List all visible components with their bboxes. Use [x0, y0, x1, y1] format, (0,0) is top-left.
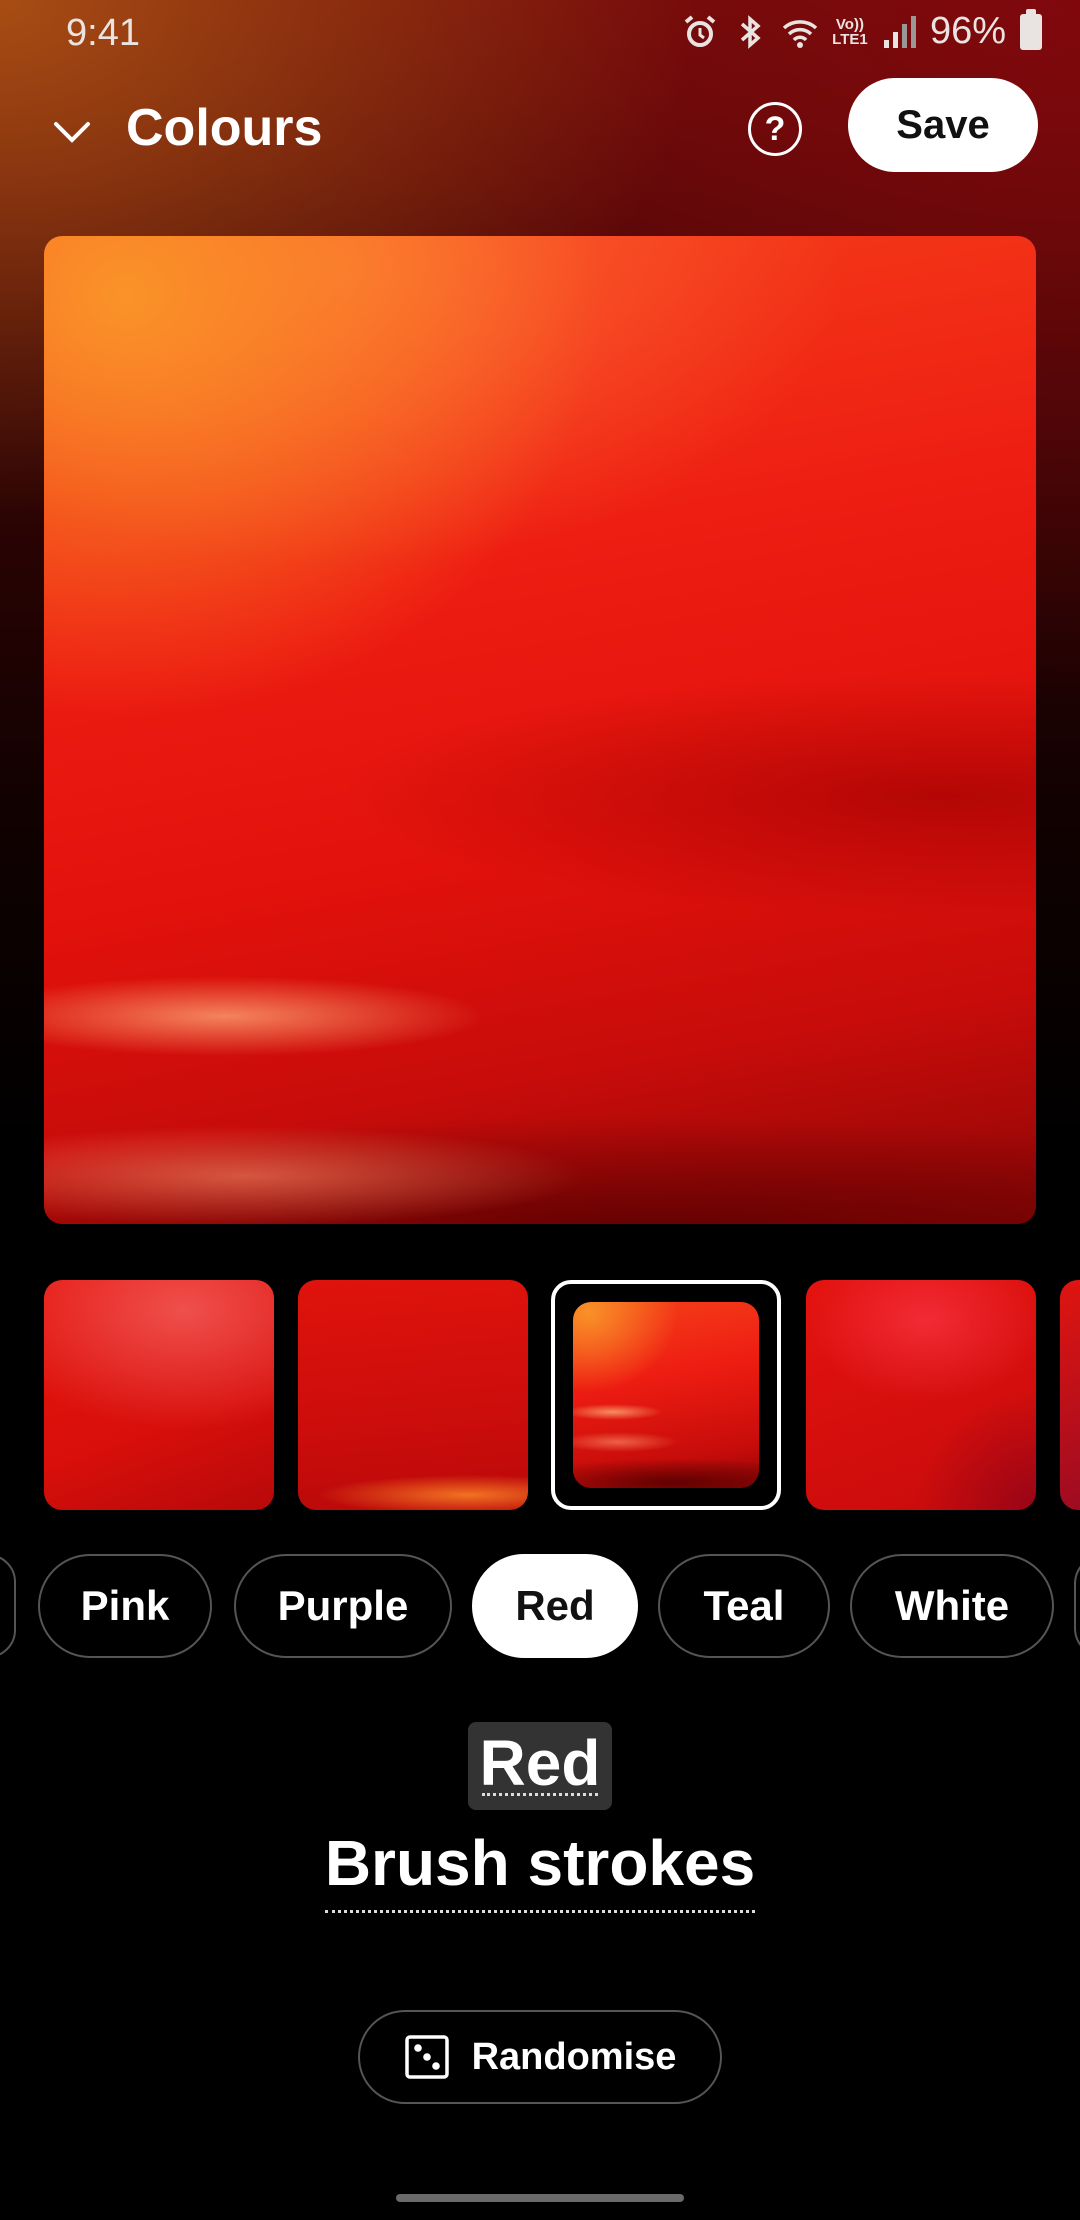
battery-percent: 96% — [929, 10, 1006, 52]
collapse-button[interactable] — [44, 104, 100, 160]
selected-pattern-label: Brush strokes — [0, 1826, 1080, 1913]
pattern-thumbnail-selected[interactable] — [551, 1280, 781, 1510]
save-button[interactable]: Save — [848, 78, 1038, 172]
pattern-thumbnail[interactable] — [298, 1280, 528, 1510]
selected-thumbnail-image — [573, 1302, 759, 1488]
pattern-thumbnail[interactable] — [44, 1280, 274, 1510]
wallpaper-preview — [44, 236, 1036, 1224]
colour-chip-partial[interactable] — [0, 1554, 16, 1658]
colour-chip-purple[interactable]: Purple — [234, 1554, 452, 1658]
help-button[interactable]: ? — [748, 102, 802, 156]
status-bar: 9:41 Vo)) LTE1 96% — [0, 0, 1080, 64]
chevron-down-icon — [54, 122, 90, 143]
battery-icon — [1020, 8, 1042, 50]
header: Colours ? Save — [0, 70, 1080, 190]
home-indicator[interactable] — [396, 2194, 684, 2202]
colour-chip-teal[interactable]: Teal — [658, 1554, 830, 1658]
alarm-icon — [680, 12, 720, 52]
colour-chip-pink[interactable]: Pink — [38, 1554, 212, 1658]
selected-colour-text[interactable]: Red — [467, 1722, 613, 1810]
dice-icon — [404, 2035, 449, 2079]
pattern-thumbnail[interactable] — [806, 1280, 1036, 1510]
randomise-button[interactable]: Randomise — [358, 2010, 722, 2104]
lte-indicator: Vo)) LTE1 — [832, 15, 868, 48]
status-icons: Vo)) LTE1 96% — [680, 8, 1042, 53]
help-icon: ? — [764, 109, 786, 148]
randomise-label: Randomise — [471, 2035, 677, 2078]
colour-chip-red[interactable]: Red — [472, 1554, 638, 1658]
selected-pattern-text[interactable]: Brush strokes — [324, 1826, 756, 1913]
pattern-thumbnail-partial[interactable] — [1060, 1280, 1080, 1510]
signal-icon — [880, 12, 920, 52]
status-time: 9:41 — [66, 12, 140, 54]
colour-chip-white[interactable]: White — [850, 1554, 1054, 1658]
bluetooth-icon — [730, 12, 770, 52]
page-title: Colours — [126, 99, 323, 157]
selected-colour-label: Red — [0, 1722, 1080, 1810]
colour-chip-partial[interactable] — [1074, 1554, 1080, 1658]
wifi-icon — [780, 12, 820, 52]
